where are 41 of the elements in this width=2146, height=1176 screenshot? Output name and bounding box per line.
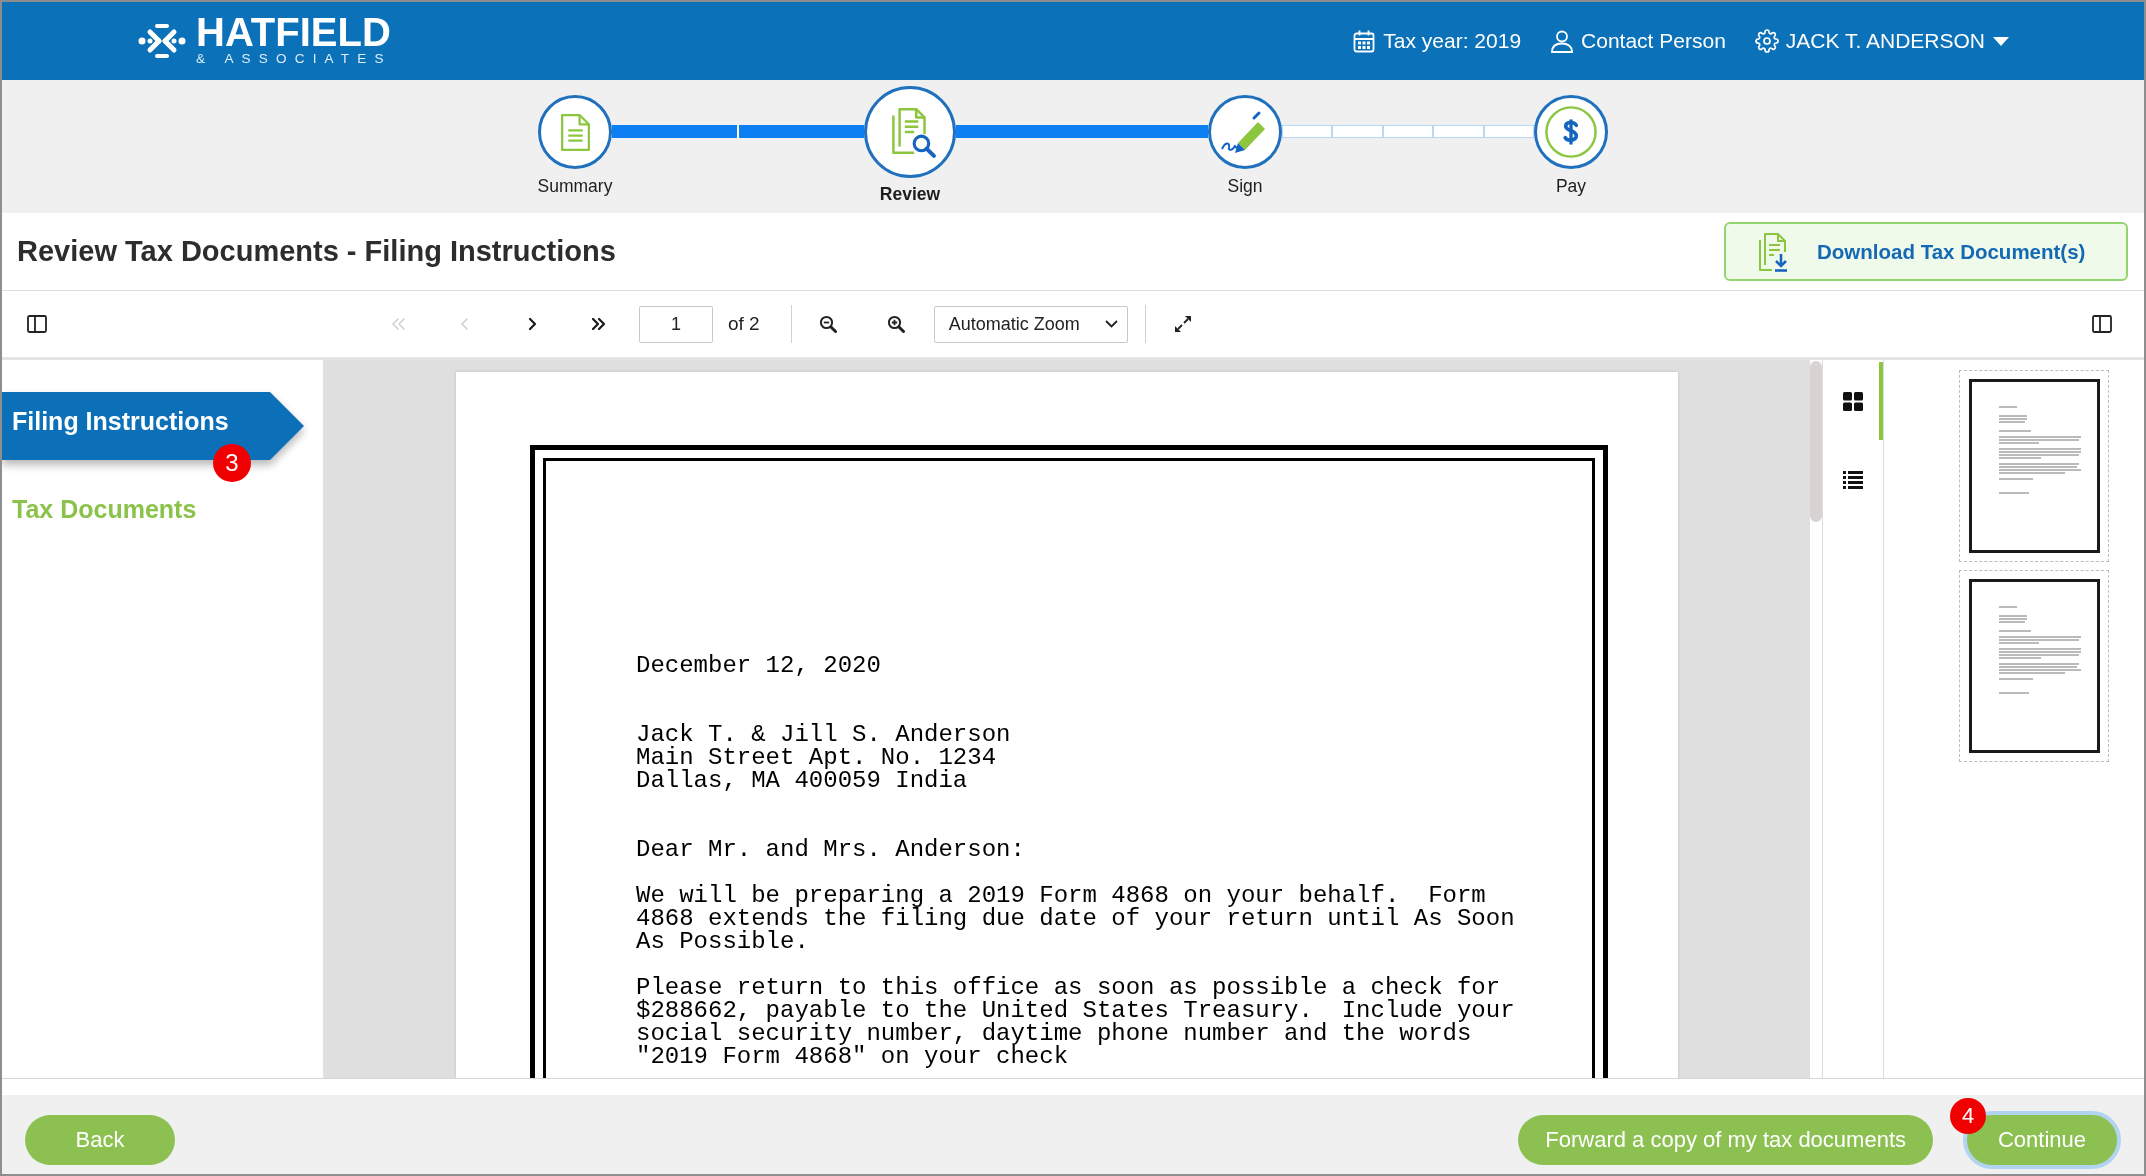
pen-icon [1220, 109, 1268, 155]
logo-tagline: & ASSOCIATES [196, 51, 392, 67]
letter-paragraph: Jack T. & Jill S. Anderson Main Street Apt. No. 1234 Dallas, MA 400059 India [636, 723, 1011, 792]
page-thumbnail[interactable] [1959, 370, 2109, 562]
tax-year-label: Tax year: 2019 [1383, 29, 1522, 53]
letter-paragraph: Please return to this office as soon as possible a check for $288662, payable to the United States Treasury. Include your social security number, daytime phone number and the words "2019 Form 4868" on your check [636, 976, 1515, 1068]
logo-name: HATFIELD [196, 15, 392, 49]
user-menu[interactable]: JACK T. ANDERSON [1785, 29, 1985, 53]
chevron-down-icon [1104, 320, 1118, 328]
letter-paragraph: December 12, 2020 [636, 654, 881, 677]
document-icon [559, 112, 591, 152]
download-button[interactable]: Download Tax Document(s) [1724, 222, 2128, 281]
zoom-out-icon [818, 315, 837, 333]
step-label: Review [879, 183, 941, 205]
person-icon [1550, 29, 1575, 53]
page-number-field[interactable]: 1 [639, 305, 713, 343]
dollar-icon [1544, 105, 1598, 159]
step-label: Sign [1227, 175, 1263, 197]
page-thumbnail[interactable] [1959, 570, 2109, 762]
calendar-icon [1352, 29, 1377, 53]
number-badge: 4 [1950, 1098, 1986, 1134]
document-download-icon [1756, 231, 1790, 272]
scrollbar-thumb[interactable] [1810, 361, 1822, 522]
logo-icon [138, 23, 186, 59]
letter-paragraph: Dear Mr. and Mrs. Anderson: [636, 838, 1025, 861]
settings-icon[interactable] [1754, 29, 1779, 53]
letter-paragraph: We will be preparing a 2019 Form 4868 on your behalf. Form 4868 extends the filing due date of your return until As Soon As Possible. [636, 884, 1515, 953]
expand-icon [1173, 315, 1192, 333]
contact-person-link[interactable]: Contact Person [1581, 29, 1726, 53]
page-title: Review Tax Documents - Filing Instructions [17, 235, 616, 268]
step-label: Pay [1555, 175, 1587, 197]
step-label: Summary [537, 175, 613, 197]
panel-icon [2092, 315, 2112, 333]
zoom-select[interactable]: Automatic Zoom [933, 305, 1128, 343]
caret-icon[interactable] [1993, 36, 2009, 46]
zoom-in-icon [886, 315, 905, 333]
panel-icon [27, 315, 47, 333]
page-count: of 2 [728, 313, 760, 335]
list-icon [1842, 469, 1863, 489]
number-badge: 3 [213, 444, 251, 482]
grid-icon [1842, 391, 1863, 411]
